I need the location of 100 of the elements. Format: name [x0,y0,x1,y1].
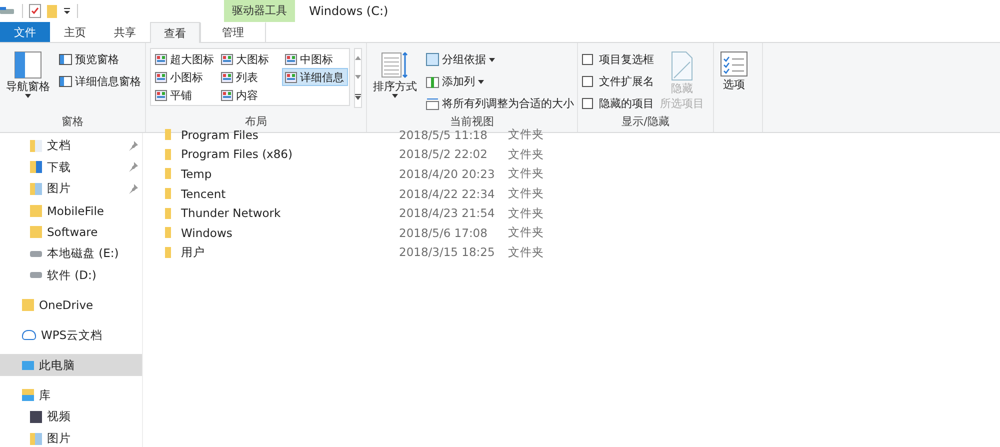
folder-icon [30,226,42,238]
dropdown-icon[interactable] [63,7,71,15]
date-modified: 2018/4/22 22:34 [399,186,496,201]
column-width-icon [426,97,439,110]
view-icon [155,72,167,82]
details-pane-button[interactable]: 详细信息窗格 [56,72,144,91]
drive-icon [30,272,42,278]
group-label: 布局 [244,114,268,130]
nav-item[interactable]: 此电脑 [0,354,142,376]
nav-item[interactable]: MobileFile [0,200,142,222]
file-type: 文件夹 [508,146,544,162]
ribbon-tab[interactable]: 文件 [0,22,50,42]
nav-item[interactable]: Software [0,221,142,243]
cloud-icon [22,330,36,340]
nav-item[interactable]: 图片 [0,178,142,200]
layout-option[interactable]: 中图标 [282,50,348,68]
folder-icon [165,129,171,140]
group-label: 显示/隐藏 [620,114,670,130]
folder-icon [165,208,171,219]
ribbon-tab[interactable]: 查看 [150,22,200,43]
layout-option[interactable]: 列表 [218,68,282,86]
nav-item[interactable]: 文档 [0,135,142,157]
drive-icon [30,250,42,257]
file-name[interactable]: Temp [181,166,399,181]
layout-option[interactable]: 平铺 [152,86,218,104]
column-icon [426,75,439,88]
nav-item[interactable]: 软件 (D:) [0,264,142,286]
nav-item[interactable]: OneDrive [0,294,142,316]
scroll-up-icon[interactable] [355,56,361,60]
sort-by-button[interactable]: 排序方式 [371,48,419,101]
layout-option[interactable]: 内容 [218,86,282,104]
pane-layout-icon [14,51,42,79]
pictures-icon [30,182,42,195]
video-icon [30,410,42,423]
nav-item[interactable]: 本地磁盘 (E:) [0,242,142,265]
scroll-down-icon[interactable] [355,74,361,79]
checkbox-option[interactable]: 隐藏的项目 [582,94,654,113]
checklist-icon [720,51,748,77]
fit-columns-button[interactable]: 将所有列调整为合适的大小 [423,94,577,113]
view-icon [285,72,297,82]
computer-icon [22,360,34,370]
pin-icon [128,140,138,151]
ribbon-tab[interactable]: 管理 [200,22,266,42]
checkbox-option[interactable]: 文件扩展名 [582,72,654,91]
pane-icon [59,54,72,65]
group-by-button[interactable]: 分组依据 [423,50,577,69]
file-type: 文件夹 [508,186,544,202]
caret-icon [392,94,398,98]
folder-icon [165,227,171,238]
file-type: 文件夹 [508,127,544,142]
date-modified: 2018/4/23 21:54 [399,206,496,220]
nav-item[interactable]: 视频 [0,406,142,428]
nav-item[interactable]: 下载 [0,156,142,178]
drive-icon[interactable] [0,5,16,17]
view-icon [221,90,233,100]
checkbox-option[interactable]: 项目复选框 [582,50,654,69]
window-title: Windows (C:) [309,4,388,18]
layout-option[interactable]: 大图标 [218,50,282,68]
caret-icon [489,58,495,62]
document-folder-icon [30,140,42,152]
file-name[interactable]: Tencent [181,186,399,201]
view-icon [221,54,233,64]
properties-icon[interactable] [29,4,41,18]
file-name[interactable]: 用户 [181,244,399,260]
nav-item[interactable]: 图片 [0,428,142,447]
file-name[interactable]: Thunder Network [181,206,399,220]
view-icon [155,90,167,100]
layout-option[interactable]: 详细信息 [282,68,348,86]
group-icon [426,53,439,66]
file-name[interactable]: Windows [181,226,399,240]
folder-icon [22,299,34,312]
pictures-icon [30,432,42,445]
file-type: 文件夹 [508,244,544,260]
preview-pane-button[interactable]: 预览窗格 [56,50,144,69]
nav-item[interactable]: WPS云文档 [0,324,142,346]
file-name[interactable]: Program Files (x86) [181,147,399,162]
download-folder-icon [30,161,42,174]
ribbon-tab[interactable]: 共享 [100,22,150,42]
date-modified: 2018/5/5 11:18 [399,128,488,142]
group-label: 窗格 [60,114,84,130]
date-modified: 2018/5/6 17:08 [399,226,488,240]
file-type: 文件夹 [508,206,544,221]
view-icon [221,72,233,82]
pin-icon [128,162,138,172]
ribbon-tab[interactable]: 主页 [50,22,100,42]
nav-item[interactable]: 库 [0,384,142,406]
folder-icon [165,168,171,180]
caret-icon [25,94,31,98]
navigation-pane-button[interactable]: 导航窗格 [4,48,52,101]
expand-icon[interactable] [355,94,361,100]
sort-icon [381,51,409,79]
layout-option[interactable]: 超大图标 [152,50,218,68]
gallery-scrollbar[interactable] [354,48,362,108]
date-modified: 2018/3/15 18:25 [399,245,496,260]
layout-option[interactable]: 小图标 [152,68,218,86]
add-column-button[interactable]: 添加列 [423,72,577,91]
file-name[interactable]: Program Files [181,128,399,142]
options-button[interactable]: 选项 [718,48,750,95]
library-icon [22,389,34,402]
folder-icon [165,148,171,160]
